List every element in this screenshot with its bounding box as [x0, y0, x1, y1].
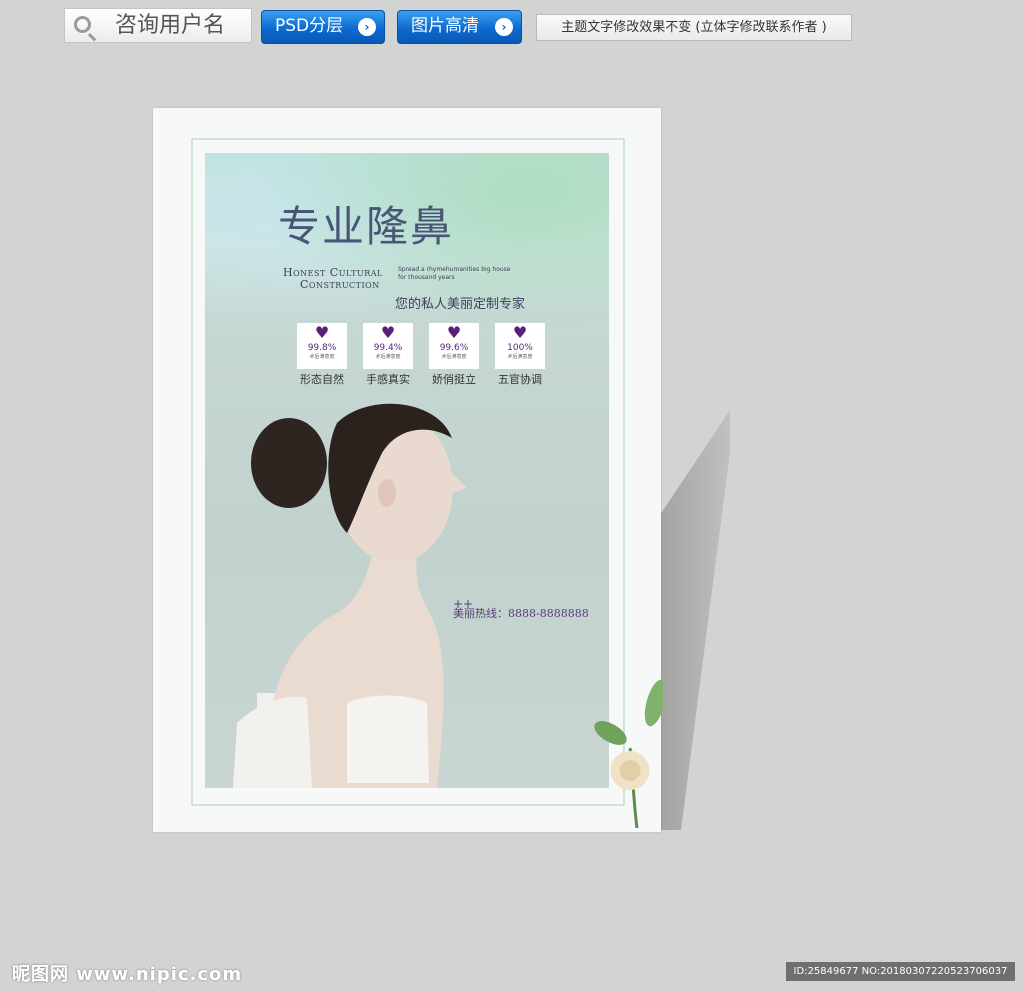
badge-small-text: 术后满意度 [507, 354, 533, 360]
english-small-text: Spread a rhymehumanities big house for t… [398, 266, 511, 281]
woman-illustration [233, 403, 467, 788]
search-icon [74, 16, 91, 33]
search-text: 咨询用户名 [115, 13, 226, 38]
heart-icon: ♥ [314, 323, 330, 342]
poster-artwork: 专业隆鼻 Honest Cultural Construction Spread… [205, 153, 609, 788]
site-watermark: 昵图网 www.nipic.com [12, 964, 243, 985]
badge-percent: 99.8% [307, 343, 337, 353]
poster-subtitle: 您的私人美丽定制专家 [395, 297, 526, 312]
badge-card: ♥ 100% 术后满意度 [495, 323, 545, 369]
search-box[interactable]: 咨询用户名 [64, 8, 252, 43]
badge-label: 形态自然 [300, 373, 344, 386]
psd-layers-label: PSD分层 [275, 16, 344, 36]
arrow-right-icon: › [358, 18, 376, 36]
badge-small-text: 术后满意度 [309, 354, 335, 360]
psd-layers-button[interactable]: PSD分层 › [261, 10, 385, 44]
poster-preview: 专业隆鼻 Honest Cultural Construction Spread… [153, 108, 663, 832]
hd-image-button[interactable]: 图片高清 › [397, 10, 522, 44]
poster-title: 专业隆鼻 [278, 202, 455, 251]
image-id-bar: ID:25849677 NO:20180307220523706037 [786, 962, 1015, 981]
edit-note: 主题文字修改效果不变 (立体字修改联系作者 ) [536, 14, 852, 41]
hotline-text: 美丽热线：8888-8888888 [453, 607, 589, 620]
badge-card: ♥ 99.8% 术后满意度 [297, 323, 347, 369]
arrow-right-icon: › [495, 18, 513, 36]
hd-image-label: 图片高清 [411, 16, 479, 36]
heart-icon: ♥ [446, 323, 462, 342]
flower-vase-illustration [594, 679, 663, 828]
badge-small-text: 术后满意度 [441, 354, 467, 360]
badge-percent: 100% [507, 343, 533, 353]
badge-card: ♥ 99.6% 术后满意度 [429, 323, 479, 369]
badge-small-text: 术后满意度 [375, 354, 401, 360]
poster-shadow [660, 410, 730, 830]
badge-label: 娇俏挺立 [432, 373, 476, 386]
badge-card: ♥ 99.4% 术后满意度 [363, 323, 413, 369]
heart-icon: ♥ [380, 323, 396, 342]
badge-label: 手感真实 [366, 373, 410, 386]
badge-percent: 99.4% [373, 343, 403, 353]
badge-percent: 99.6% [439, 343, 469, 353]
english-line-2: Construction [300, 278, 380, 291]
badge-label: 五官协调 [498, 373, 542, 386]
heart-icon: ♥ [512, 323, 528, 342]
